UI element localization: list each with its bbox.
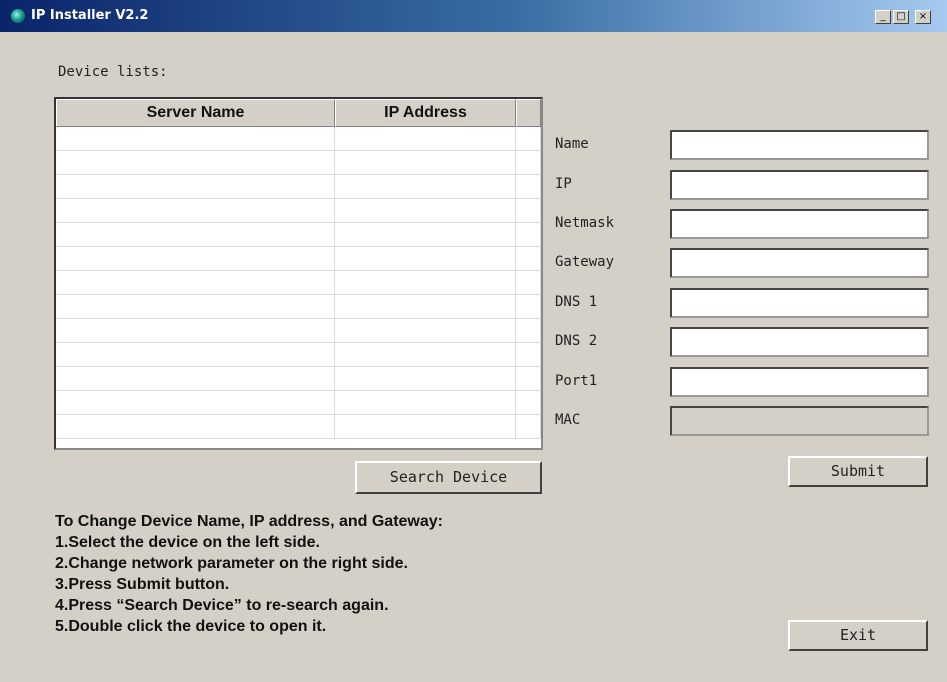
- table-row[interactable]: [56, 151, 541, 175]
- cell-ip-address: [335, 319, 516, 343]
- search-device-button[interactable]: Search Device: [355, 461, 542, 494]
- cell-server-name: [56, 199, 335, 223]
- gateway-label: Gateway: [555, 254, 615, 270]
- cell-empty: [516, 391, 541, 415]
- cell-empty: [516, 199, 541, 223]
- column-header-empty: [516, 99, 541, 127]
- cell-ip-address: [335, 127, 516, 151]
- ip-input[interactable]: [670, 170, 929, 200]
- table-row[interactable]: [56, 223, 541, 247]
- mac-input[interactable]: [670, 406, 929, 436]
- column-header-server-name[interactable]: Server Name: [56, 99, 335, 127]
- device-table[interactable]: Server Name IP Address: [54, 97, 543, 450]
- cell-ip-address: [335, 199, 516, 223]
- gateway-input[interactable]: [670, 248, 929, 278]
- instructions-heading: To Change Device Name, IP address, and G…: [55, 513, 443, 530]
- cell-server-name: [56, 319, 335, 343]
- table-row[interactable]: [56, 367, 541, 391]
- instructions: To Change Device Name, IP address, and G…: [55, 511, 443, 637]
- table-row[interactable]: [56, 175, 541, 199]
- title-bar[interactable]: IP Installer V2.2 _ □ ×: [0, 0, 947, 32]
- cell-ip-address: [335, 271, 516, 295]
- cell-server-name: [56, 247, 335, 271]
- table-header: Server Name IP Address: [56, 99, 541, 127]
- table-row[interactable]: [56, 247, 541, 271]
- table-row[interactable]: [56, 343, 541, 367]
- cell-server-name: [56, 295, 335, 319]
- name-label: Name: [555, 136, 589, 152]
- dns-2-input[interactable]: [670, 327, 929, 357]
- dns-1-input[interactable]: [670, 288, 929, 318]
- cell-server-name: [56, 415, 335, 439]
- cell-empty: [516, 127, 541, 151]
- table-row[interactable]: [56, 295, 541, 319]
- table-row[interactable]: [56, 319, 541, 343]
- mac-label: MAC: [555, 412, 581, 428]
- dns-2-label: DNS 2: [555, 333, 598, 349]
- cell-empty: [516, 223, 541, 247]
- cell-empty: [516, 271, 541, 295]
- cell-server-name: [56, 127, 335, 151]
- instruction-step-5: 5.Double click the device to open it.: [55, 618, 327, 635]
- exit-button[interactable]: Exit: [788, 620, 928, 651]
- netmask-input[interactable]: [670, 209, 929, 239]
- cell-ip-address: [335, 391, 516, 415]
- device-lists-label: Device lists:: [58, 64, 168, 80]
- instruction-step-4: 4.Press “Search Device” to re-search aga…: [55, 597, 389, 614]
- app-icon: [11, 9, 25, 23]
- cell-server-name: [56, 343, 335, 367]
- table-row[interactable]: [56, 391, 541, 415]
- cell-server-name: [56, 367, 335, 391]
- instruction-step-1: 1.Select the device on the left side.: [55, 534, 320, 551]
- table-row[interactable]: [56, 271, 541, 295]
- cell-server-name: [56, 391, 335, 415]
- cell-empty: [516, 367, 541, 391]
- cell-ip-address: [335, 175, 516, 199]
- cell-server-name: [56, 271, 335, 295]
- cell-empty: [516, 415, 541, 439]
- close-button[interactable]: ×: [915, 10, 931, 24]
- cell-ip-address: [335, 343, 516, 367]
- port1-input[interactable]: [670, 367, 929, 397]
- cell-ip-address: [335, 367, 516, 391]
- name-input[interactable]: [670, 130, 929, 160]
- cell-server-name: [56, 223, 335, 247]
- table-row[interactable]: [56, 127, 541, 151]
- netmask-label: Netmask: [555, 215, 615, 231]
- cell-ip-address: [335, 151, 516, 175]
- cell-ip-address: [335, 415, 516, 439]
- minimize-button[interactable]: _: [875, 10, 891, 24]
- dns-1-label: DNS 1: [555, 294, 598, 310]
- port1-label: Port1: [555, 373, 598, 389]
- ip-label: IP: [555, 176, 572, 192]
- instruction-step-2: 2.Change network parameter on the right …: [55, 555, 408, 572]
- cell-empty: [516, 175, 541, 199]
- cell-ip-address: [335, 247, 516, 271]
- table-row[interactable]: [56, 415, 541, 439]
- cell-server-name: [56, 175, 335, 199]
- cell-ip-address: [335, 223, 516, 247]
- column-header-ip-address[interactable]: IP Address: [335, 99, 516, 127]
- cell-empty: [516, 247, 541, 271]
- cell-ip-address: [335, 295, 516, 319]
- cell-server-name: [56, 151, 335, 175]
- instruction-step-3: 3.Press Submit button.: [55, 576, 230, 593]
- submit-button[interactable]: Submit: [788, 456, 928, 487]
- cell-empty: [516, 319, 541, 343]
- table-row[interactable]: [56, 199, 541, 223]
- cell-empty: [516, 295, 541, 319]
- window-title: IP Installer V2.2: [31, 8, 149, 23]
- cell-empty: [516, 151, 541, 175]
- cell-empty: [516, 343, 541, 367]
- maximize-button[interactable]: □: [893, 10, 909, 24]
